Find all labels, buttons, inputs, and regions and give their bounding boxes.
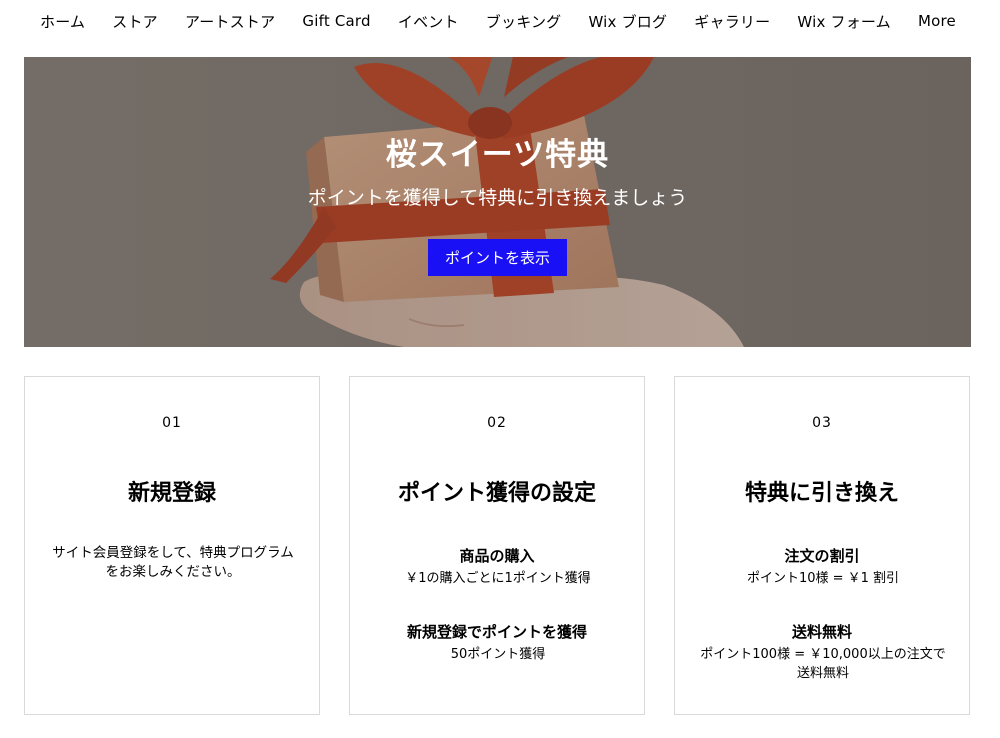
hero-banner: 桜スイーツ特典 ポイントを獲得して特典に引き換えましょう ポイントを表示 xyxy=(24,57,971,347)
step-number: 02 xyxy=(487,415,507,431)
view-points-button[interactable]: ポイントを表示 xyxy=(428,239,567,276)
hero-title: 桜スイーツ特典 xyxy=(385,137,610,173)
step-title: 新規登録 xyxy=(127,481,216,506)
earn-rule-heading: 商品の購入 xyxy=(459,547,535,565)
earn-rule-description: ￥1の購入ごとに1ポイント獲得 xyxy=(405,571,591,586)
hero-subtitle: ポイントを獲得して特典に引き換えましょう xyxy=(307,187,688,209)
nav-item-booking[interactable]: ブッキング xyxy=(486,11,562,32)
step-title: ポイント獲得の設定 xyxy=(397,481,596,506)
reward-heading: 送料無料 xyxy=(791,623,852,641)
step-description: サイト会員登録をして、特典プログラムをお楽しみください。 xyxy=(52,545,294,580)
nav-item-more[interactable]: More xyxy=(918,12,956,30)
step-title: 特典に引き換え xyxy=(744,481,899,506)
reward-description: ポイント100様 = ￥10,000以上の注文で送料無料 xyxy=(700,647,946,681)
step-card-redeem: 03 特典に引き換え 注文の割引 ポイント10様 = ￥1 割引 送料無料 ポイ… xyxy=(674,376,970,715)
top-navigation: ホーム ストア アートストア Gift Card イベント ブッキング Wix … xyxy=(0,0,1000,42)
nav-item-gallery[interactable]: ギャラリー xyxy=(694,11,770,32)
nav-item-events[interactable]: イベント xyxy=(398,11,459,32)
step-card-signup: 01 新規登録 サイト会員登録をして、特典プログラムをお楽しみください。 xyxy=(24,376,320,715)
earn-rule-heading: 新規登録でポイントを獲得 xyxy=(406,623,587,641)
earn-rule-description: 50ポイント獲得 xyxy=(450,647,546,662)
nav-item-forms[interactable]: Wix フォーム xyxy=(797,11,890,32)
nav-item-art-store[interactable]: アートストア xyxy=(185,11,275,32)
nav-item-blog[interactable]: Wix ブログ xyxy=(588,11,667,32)
step-card-earn-points: 02 ポイント獲得の設定 商品の購入 ￥1の購入ごとに1ポイント獲得 新規登録で… xyxy=(349,376,645,715)
step-number: 03 xyxy=(812,415,832,431)
reward-heading: 注文の割引 xyxy=(784,547,860,565)
nav-item-store[interactable]: ストア xyxy=(112,11,158,32)
nav-item-home[interactable]: ホーム xyxy=(40,11,85,32)
step-number: 01 xyxy=(162,415,182,431)
reward-description: ポイント10様 = ￥1 割引 xyxy=(746,571,900,586)
nav-item-gift-card[interactable]: Gift Card xyxy=(302,12,370,30)
